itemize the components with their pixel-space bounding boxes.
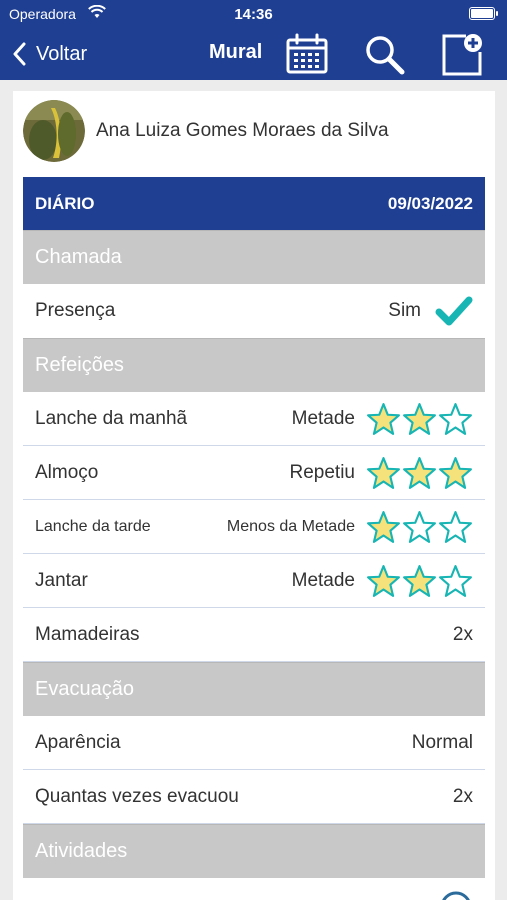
meal-value: Metade xyxy=(291,407,355,429)
rating-stars xyxy=(365,402,473,436)
rating-stars xyxy=(365,456,473,490)
presenca-value: Sim xyxy=(388,300,421,321)
calendar-icon[interactable] xyxy=(285,32,329,76)
meal-label: Jantar xyxy=(35,569,88,591)
rating-stars xyxy=(365,510,473,544)
row-mamadeiras: Mamadeiras 2x xyxy=(23,608,485,662)
evacuou-label: Quantas vezes evacuou xyxy=(35,785,239,807)
clock: 14:36 xyxy=(234,6,273,23)
section-chamada: Chamada xyxy=(23,230,485,284)
diary-header: DIÁRIO 09/03/2022 xyxy=(23,177,485,230)
star-filled-icon xyxy=(403,564,436,597)
diary-label: DIÁRIO xyxy=(35,193,95,213)
aparencia-value: Normal xyxy=(411,731,473,753)
meal-value: Repetiu xyxy=(289,461,356,483)
mamadeiras-label: Mamadeiras xyxy=(35,623,140,645)
nav-bar: Voltar Mural xyxy=(0,28,507,80)
star-empty-icon xyxy=(439,564,472,597)
mamadeiras-value: 2x xyxy=(452,623,473,645)
status-bar: Operadora 14:36 xyxy=(0,0,507,28)
meal-value: Metade xyxy=(291,569,355,591)
meal-label: Almoço xyxy=(35,461,99,483)
diary-table: DIÁRIO 09/03/2022 Chamada Presença Sim R… xyxy=(23,177,485,900)
row-atividade-partial xyxy=(23,878,485,900)
star-filled-icon xyxy=(439,456,472,489)
meal-row: Almoço Repetiu xyxy=(23,446,485,500)
avatar xyxy=(23,100,85,162)
section-atividades: Atividades xyxy=(23,824,485,878)
star-filled-icon xyxy=(403,456,436,489)
star-empty-icon xyxy=(439,402,472,435)
back-label: Voltar xyxy=(36,42,88,65)
battery-icon xyxy=(469,7,498,20)
star-filled-icon xyxy=(403,402,436,435)
meal-row: Lanche da tarde Menos da Metade xyxy=(23,500,485,554)
star-empty-icon xyxy=(403,510,436,543)
new-note-icon[interactable] xyxy=(440,32,484,76)
evacuou-value: 2x xyxy=(452,785,473,807)
row-aparencia: Aparência Normal xyxy=(23,716,485,770)
meal-row: Jantar Metade xyxy=(23,554,485,608)
row-presenca: Presença Sim xyxy=(23,284,485,338)
star-filled-icon xyxy=(367,456,400,489)
page-title: Mural xyxy=(209,41,263,63)
chevron-left-icon xyxy=(13,42,26,66)
star-filled-icon xyxy=(367,402,400,435)
search-icon[interactable] xyxy=(362,32,406,76)
meal-label: Lanche da tarde xyxy=(35,517,151,535)
diary-card: Ana Luiza Gomes Moraes da Silva DIÁRIO 0… xyxy=(13,91,495,900)
meal-label: Lanche da manhã xyxy=(35,407,188,429)
aparencia-label: Aparência xyxy=(35,731,121,753)
star-filled-icon xyxy=(367,510,400,543)
student-name: Ana Luiza Gomes Moraes da Silva xyxy=(96,120,389,141)
diary-date: 09/03/2022 xyxy=(387,193,473,213)
row-evacuou: Quantas vezes evacuou 2x xyxy=(23,770,485,824)
rating-stars xyxy=(365,564,473,598)
meal-row: Lanche da manhã Metade xyxy=(23,392,485,446)
section-refeicoes: Refeições xyxy=(23,338,485,392)
profile-header: Ana Luiza Gomes Moraes da Silva xyxy=(23,100,389,162)
star-empty-icon xyxy=(439,510,472,543)
star-filled-icon xyxy=(367,564,400,597)
checkmark-icon xyxy=(435,296,473,326)
smiley-icon xyxy=(442,891,470,900)
section-evacuacao: Evacuação xyxy=(23,662,485,716)
meal-value: Menos da Metade xyxy=(226,517,355,535)
presenca-label: Presença xyxy=(35,300,116,321)
back-button[interactable]: Voltar xyxy=(12,38,87,70)
